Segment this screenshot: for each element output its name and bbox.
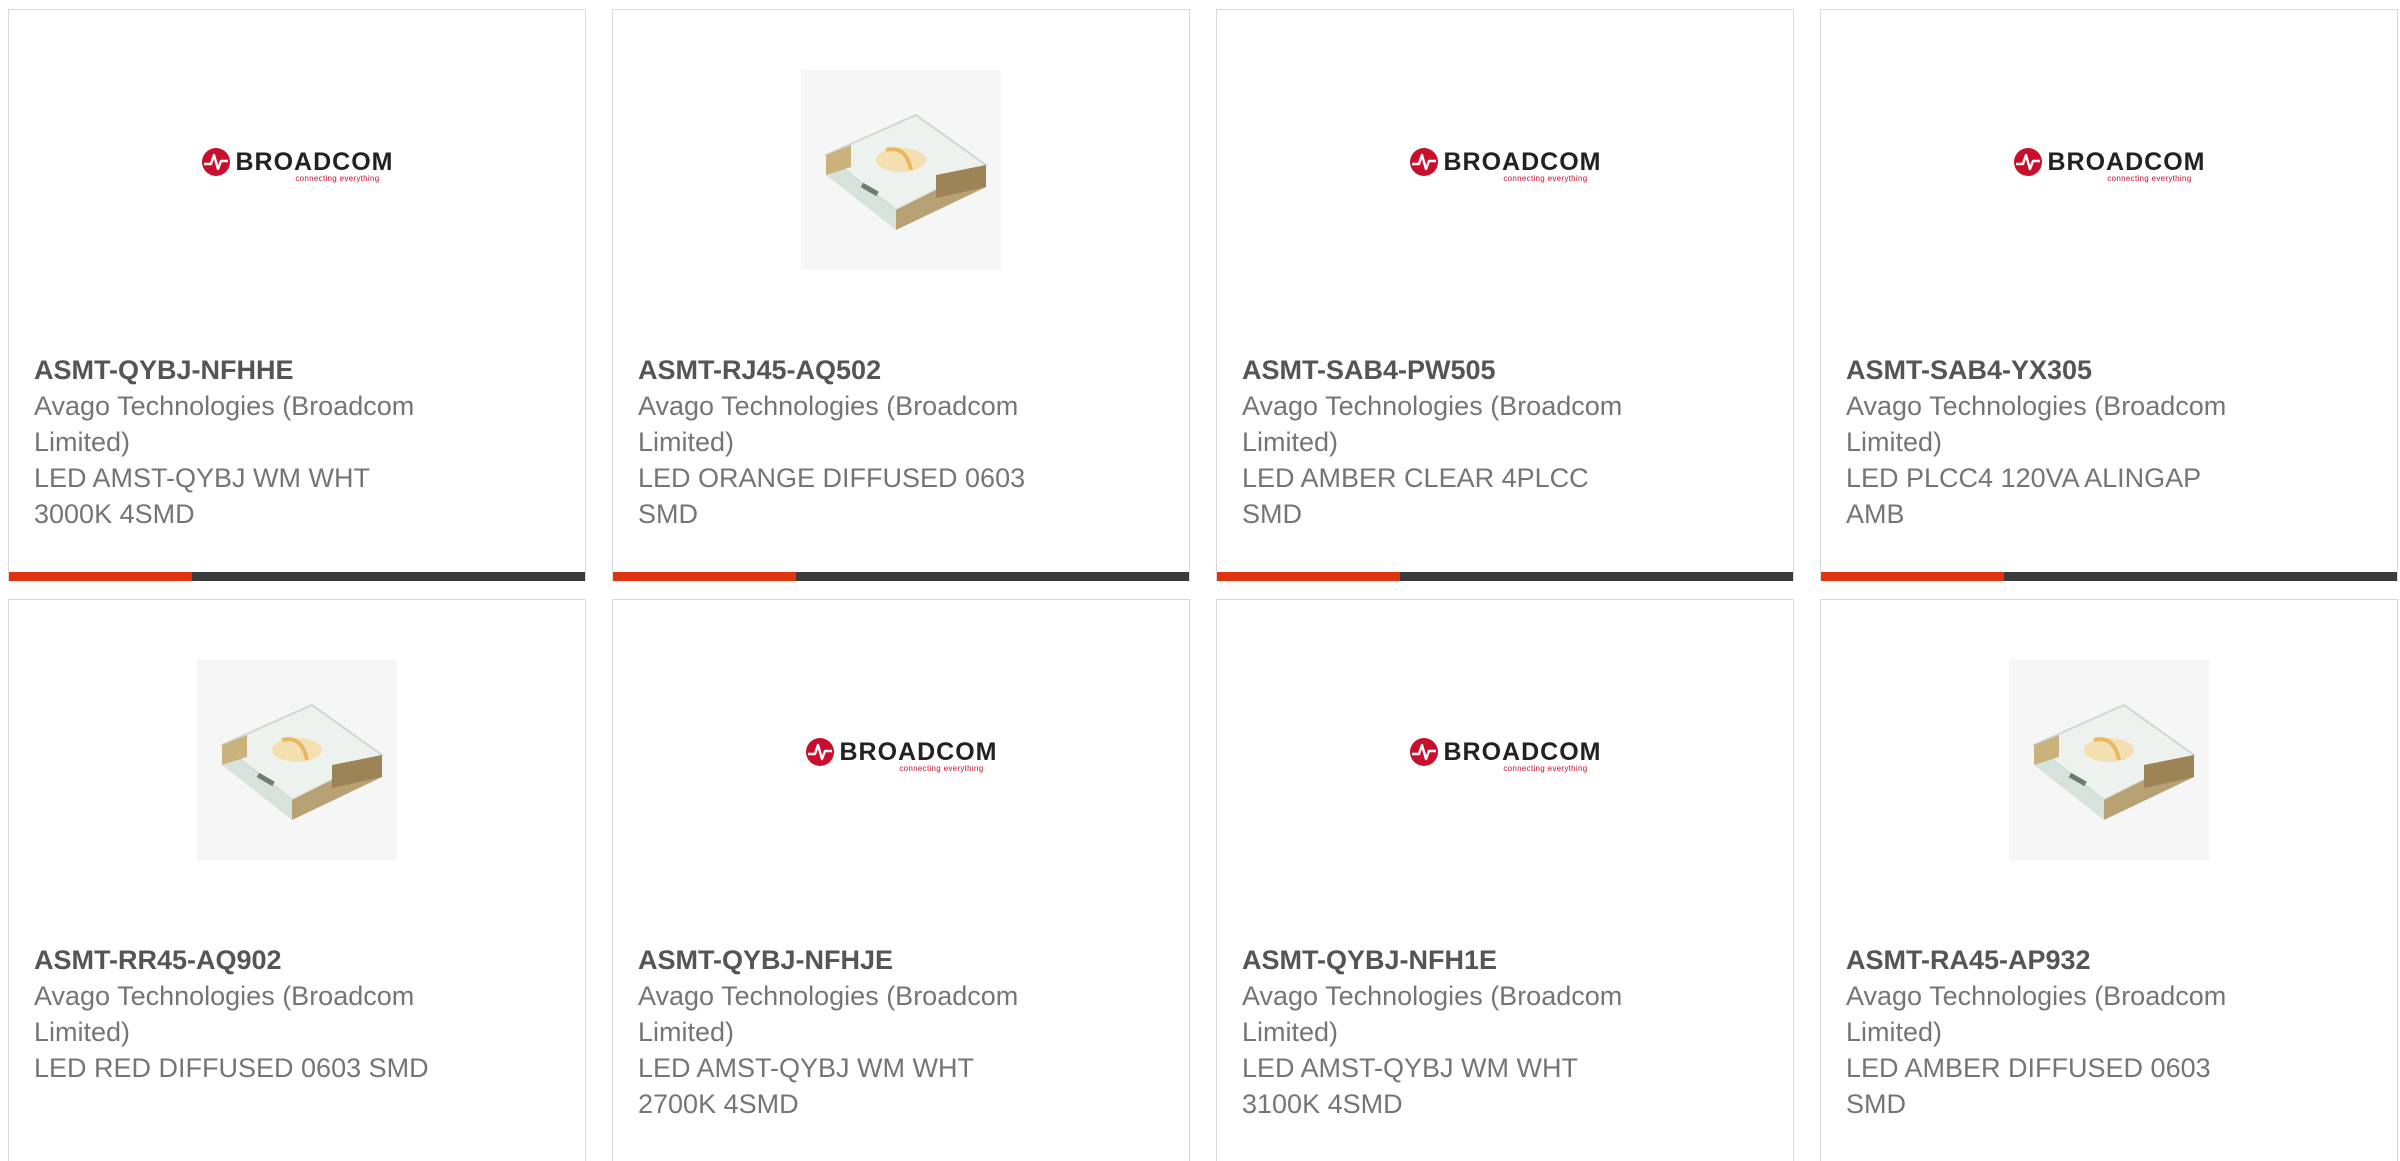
manufacturer-line-1: Avago Technologies (Broadcom bbox=[638, 391, 1019, 421]
description-line-2: 2700K 4SMD bbox=[638, 1089, 799, 1119]
manufacturer-line-2: Limited) bbox=[638, 427, 735, 457]
product-image[interactable]: BROADCOM connecting everything bbox=[613, 600, 1189, 920]
description-line-1: LED AMBER CLEAR 4PLCC bbox=[1242, 463, 1589, 493]
accent-segment bbox=[1821, 572, 2004, 581]
smd-led-icon bbox=[220, 703, 384, 820]
manufacturer-line-1: Avago Technologies (Broadcom bbox=[1846, 981, 2227, 1011]
accent-segment bbox=[613, 572, 796, 581]
product-image[interactable]: BROADCOM connecting everything bbox=[1821, 10, 2397, 330]
logo-tagline: connecting everything bbox=[2107, 174, 2192, 183]
product-image[interactable]: BROADCOM connecting everything bbox=[1217, 600, 1793, 920]
product-image[interactable] bbox=[1821, 600, 2397, 920]
product-card[interactable]: BROADCOM connecting everything ASMT-QYBJ… bbox=[1216, 599, 1794, 1161]
product-card[interactable]: BROADCOM connecting everything ASMT-SAB4… bbox=[1216, 9, 1794, 581]
smd-led-photo bbox=[197, 660, 397, 860]
part-number[interactable]: ASMT-SAB4-YX305 bbox=[1846, 352, 2306, 388]
manufacturer-line-1: Avago Technologies (Broadcom bbox=[1846, 391, 2227, 421]
manufacturer-line-1: Avago Technologies (Broadcom bbox=[34, 391, 415, 421]
description-line-1: LED AMBER DIFFUSED 0603 bbox=[1846, 1053, 2211, 1083]
product-card[interactable]: ASMT-RA45-AP932 Avago Technologies (Broa… bbox=[1820, 599, 2398, 1161]
broadcom-logo: BROADCOM connecting everything bbox=[805, 737, 998, 773]
broadcom-pulse-icon bbox=[2013, 148, 2042, 176]
smd-led-icon bbox=[2032, 703, 2196, 820]
broadcom-pulse-icon bbox=[1409, 148, 1438, 176]
product-image[interactable]: BROADCOM connecting everything bbox=[9, 10, 585, 330]
manufacturer-line-2: Limited) bbox=[1242, 427, 1339, 457]
product-card[interactable]: ASMT-RJ45-AQ502 Avago Technologies (Broa… bbox=[612, 9, 1190, 581]
card-accent-bar bbox=[9, 572, 585, 581]
product-card[interactable]: BROADCOM connecting everything ASMT-SAB4… bbox=[1820, 9, 2398, 581]
logo-wordmark: BROADCOM bbox=[839, 737, 998, 766]
broadcom-logo: BROADCOM connecting everything bbox=[1409, 147, 1602, 183]
manufacturer-line-1: Avago Technologies (Broadcom bbox=[638, 981, 1019, 1011]
description-line-1: LED ORANGE DIFFUSED 0603 bbox=[638, 463, 1026, 493]
smd-led-icon bbox=[824, 113, 988, 230]
broadcom-pulse-icon bbox=[201, 148, 230, 176]
card-accent-bar bbox=[1821, 572, 2397, 581]
manufacturer-line-1: Avago Technologies (Broadcom bbox=[1242, 981, 1623, 1011]
manufacturer-line-2: Limited) bbox=[1846, 1017, 1943, 1047]
product-card[interactable]: ASMT-RR45-AQ902 Avago Technologies (Broa… bbox=[8, 599, 586, 1161]
product-image[interactable] bbox=[9, 600, 585, 920]
logo-wordmark: BROADCOM bbox=[2047, 147, 2206, 176]
manufacturer-line-2: Limited) bbox=[638, 1017, 735, 1047]
description-line-1: LED RED DIFFUSED 0603 SMD bbox=[34, 1053, 429, 1083]
manufacturer-line-2: Limited) bbox=[1242, 1017, 1339, 1047]
smd-led-photo bbox=[2009, 660, 2209, 860]
manufacturer-line-2: Limited) bbox=[1846, 427, 1943, 457]
broadcom-logo: BROADCOM connecting everything bbox=[2013, 147, 2206, 183]
description-line-2: AMB bbox=[1846, 499, 1905, 529]
broadcom-pulse-icon bbox=[1409, 738, 1438, 766]
product-grid: BROADCOM connecting everything ASMT-QYBJ… bbox=[0, 0, 2400, 1161]
logo-tagline: connecting everything bbox=[295, 174, 380, 183]
description-line-2: 3100K 4SMD bbox=[1242, 1089, 1403, 1119]
manufacturer-line-2: Limited) bbox=[34, 427, 131, 457]
description-line-1: LED PLCC4 120VA ALINGAP bbox=[1846, 463, 2202, 493]
logo-wordmark: BROADCOM bbox=[1443, 737, 1602, 766]
description-line-2: SMD bbox=[1846, 1089, 1906, 1119]
manufacturer-line-1: Avago Technologies (Broadcom bbox=[1242, 391, 1623, 421]
part-number[interactable]: ASMT-RA45-AP932 bbox=[1846, 942, 2306, 978]
part-number[interactable]: ASMT-RR45-AQ902 bbox=[34, 942, 494, 978]
product-image[interactable]: BROADCOM connecting everything bbox=[1217, 10, 1793, 330]
broadcom-logo: BROADCOM connecting everything bbox=[1409, 737, 1602, 773]
accent-segment bbox=[1217, 572, 1400, 581]
card-accent-bar bbox=[613, 572, 1189, 581]
description-line-2: SMD bbox=[638, 499, 698, 529]
part-number[interactable]: ASMT-QYBJ-NFHJE bbox=[638, 942, 1098, 978]
description-line-2: SMD bbox=[1242, 499, 1302, 529]
manufacturer-line-1: Avago Technologies (Broadcom bbox=[34, 981, 415, 1011]
card-accent-bar bbox=[1217, 572, 1793, 581]
description-line-1: LED AMST-QYBJ WM WHT bbox=[638, 1053, 975, 1083]
description-line-2: 3000K 4SMD bbox=[34, 499, 195, 529]
broadcom-logo: BROADCOM connecting everything bbox=[201, 147, 394, 183]
part-number[interactable]: ASMT-QYBJ-NFH1E bbox=[1242, 942, 1702, 978]
product-card[interactable]: BROADCOM connecting everything ASMT-QYBJ… bbox=[8, 9, 586, 581]
manufacturer-line-2: Limited) bbox=[34, 1017, 131, 1047]
product-card[interactable]: BROADCOM connecting everything ASMT-QYBJ… bbox=[612, 599, 1190, 1161]
logo-wordmark: BROADCOM bbox=[1443, 147, 1602, 176]
description-line-1: LED AMST-QYBJ WM WHT bbox=[1242, 1053, 1579, 1083]
accent-segment bbox=[9, 572, 192, 581]
smd-led-photo bbox=[801, 70, 1001, 270]
logo-wordmark: BROADCOM bbox=[235, 147, 394, 176]
part-number[interactable]: ASMT-RJ45-AQ502 bbox=[638, 352, 1098, 388]
logo-tagline: connecting everything bbox=[899, 764, 984, 773]
logo-tagline: connecting everything bbox=[1503, 174, 1588, 183]
logo-tagline: connecting everything bbox=[1503, 764, 1588, 773]
product-image[interactable] bbox=[613, 10, 1189, 330]
broadcom-pulse-icon bbox=[805, 738, 834, 766]
part-number[interactable]: ASMT-QYBJ-NFHHE bbox=[34, 352, 494, 388]
part-number[interactable]: ASMT-SAB4-PW505 bbox=[1242, 352, 1702, 388]
description-line-1: LED AMST-QYBJ WM WHT bbox=[34, 463, 371, 493]
